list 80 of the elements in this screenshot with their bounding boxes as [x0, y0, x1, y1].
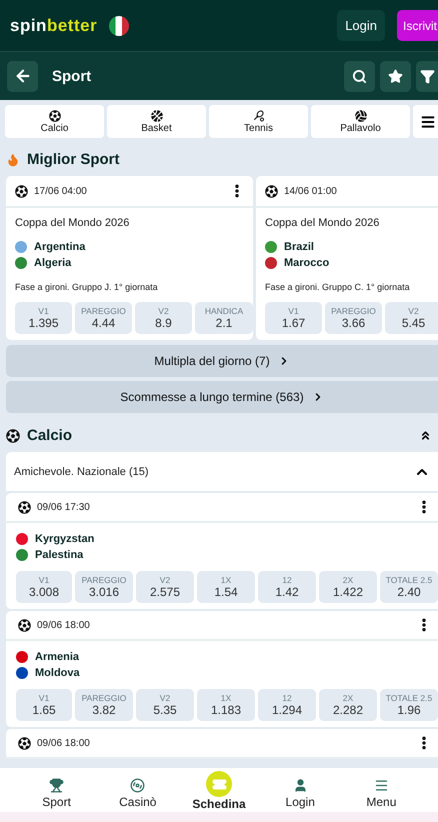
nav-item[interactable]: Sport [16, 768, 98, 809]
team-name: Armenia [35, 651, 80, 663]
sport-tab[interactable]: Basket [107, 105, 206, 138]
odds-button[interactable]: 1X 1.54 [197, 571, 255, 603]
odds-button[interactable]: 12 1.42 [258, 571, 316, 603]
odds-button[interactable]: PAREGGIO 3.82 [75, 689, 133, 721]
star-icon [388, 68, 403, 84]
match-card[interactable]: 14/06 01:00 Coppa del Mondo 2026 Brazil Marocco Fase a gironi. Gruppo C. 1° giornata V1 1.67 PAREGGIO 3.66 V2 5.45 [256, 176, 438, 340]
match-time: 09/06 18:00 [37, 620, 91, 630]
casino-chip-icon [130, 778, 146, 793]
sport-tab[interactable]: Tennis [209, 105, 308, 138]
odds-button[interactable]: 12 1.294 [258, 689, 316, 721]
odds-button[interactable]: PAREGGIO 3.016 [75, 571, 133, 603]
match-time: 14/06 01:00 [284, 186, 338, 196]
menu-button[interactable] [413, 105, 438, 138]
filter-button[interactable] [416, 60, 438, 92]
odds-button[interactable]: 1X 1.183 [197, 689, 255, 721]
nav-item[interactable]: Casinò [97, 768, 178, 809]
nav-item[interactable]: Login [260, 768, 341, 809]
section-title: Miglior Sport [27, 151, 120, 168]
match-card[interactable]: 17/06 04:00 Coppa del Mondo 2026 Argentina Algeria Fase a gironi. Gruppo J. 1° giornata V1 1.395 PAREGGIO 4.44 V2 8.9 HANDICA 2.1 [6, 176, 253, 340]
team-name: Brazil [284, 241, 314, 253]
odds-button[interactable]: V2 5.35 [136, 689, 194, 721]
category-link[interactable]: Multipla del giorno (7) [6, 345, 438, 377]
stage-text: Fase a gironi. Gruppo C. 1° giornata [265, 282, 411, 292]
collapse-all-icon[interactable] [419, 429, 432, 442]
favorites-button[interactable] [380, 60, 411, 92]
match-time: 09/06 17:30 [37, 502, 91, 512]
league-name: Amichevole. Nazionale (15) [14, 466, 150, 478]
odds-button[interactable]: V1 3.008 [16, 571, 72, 603]
team-name: Moldova [35, 667, 80, 679]
menu-icon [374, 778, 389, 793]
menu-icon [420, 114, 436, 130]
odds-button[interactable]: TOTALE 2.5 2.40 [380, 571, 438, 603]
odds-button[interactable]: V2 8.9 [135, 302, 192, 334]
odds-button[interactable]: V1 1.67 [265, 302, 322, 334]
flag-icon[interactable] [109, 16, 130, 36]
logo[interactable]: spinbetter [10, 16, 98, 36]
volleyball-icon [354, 110, 366, 122]
team-name: Algeria [34, 257, 72, 269]
back-button[interactable] [7, 60, 38, 92]
category-link[interactable]: Scommesse a lungo termine (563) [6, 381, 438, 413]
odds-button[interactable]: PAREGGIO 3.66 [325, 302, 382, 334]
odds-button[interactable]: TOTALE 2.5 1.96 [380, 689, 438, 721]
odds-button[interactable]: V1 1.65 [16, 689, 72, 721]
team-name: Palestina [35, 549, 84, 561]
match-time: 17/06 04:00 [34, 186, 88, 196]
odds-button[interactable]: V1 1.395 [15, 302, 72, 334]
trophy-icon [49, 778, 64, 793]
odds-button[interactable]: 2X 2.282 [319, 689, 377, 721]
match-row[interactable]: 09/06 18:00 [6, 729, 438, 759]
team-name: Marocco [284, 257, 330, 269]
search-icon [352, 68, 367, 84]
section-title: Calcio [27, 427, 74, 444]
match-row[interactable]: 09/06 17:30 Kyrgyzstan Palestina V1 3.008 PAREGGIO 3.016 V2 2.575 1X 1.54 12 1.42 2X 1.422 TOTALE 2.5 2.40 [6, 493, 438, 609]
team-name: Kyrgyzstan [35, 533, 94, 545]
team-name: Argentina [34, 241, 86, 253]
filter-icon [420, 68, 434, 84]
competition-name: Coppa del Mondo 2026 [15, 217, 130, 229]
ticket-icon [212, 776, 226, 792]
odds-button[interactable]: PAREGGIO 4.44 [75, 302, 132, 334]
signup-button[interactable]: Iscrivit [397, 10, 438, 41]
search-button[interactable] [344, 60, 375, 92]
nav-item[interactable]: Schedina [178, 768, 260, 811]
sport-tab[interactable]: Pallavolo [311, 105, 410, 138]
match-time: 09/06 18:00 [37, 738, 91, 748]
odds-button[interactable]: V2 2.575 [136, 571, 194, 603]
odds-button[interactable]: V2 5.45 [385, 302, 438, 334]
odds-button[interactable]: 2X 1.422 [319, 571, 377, 603]
competition-name: Coppa del Mondo 2026 [265, 217, 380, 229]
flame-icon [6, 152, 20, 166]
nav-item[interactable]: Menu [340, 768, 422, 809]
stage-text: Fase a gironi. Gruppo J. 1° giornata [15, 282, 159, 292]
basketball-icon [150, 110, 162, 122]
user-icon [292, 778, 308, 793]
login-button[interactable]: Login [337, 10, 385, 41]
match-row[interactable]: 09/06 18:00 Armenia Moldova V1 1.65 PAREGGIO 3.82 V2 5.35 1X 1.183 12 1.294 2X 2.282 TOTALE 2.5 1.96 [6, 611, 438, 727]
sport-tab[interactable]: Calcio [5, 105, 104, 138]
odds-button[interactable]: HANDICA 2.1 [195, 302, 253, 334]
page-title: Sport [52, 68, 92, 84]
